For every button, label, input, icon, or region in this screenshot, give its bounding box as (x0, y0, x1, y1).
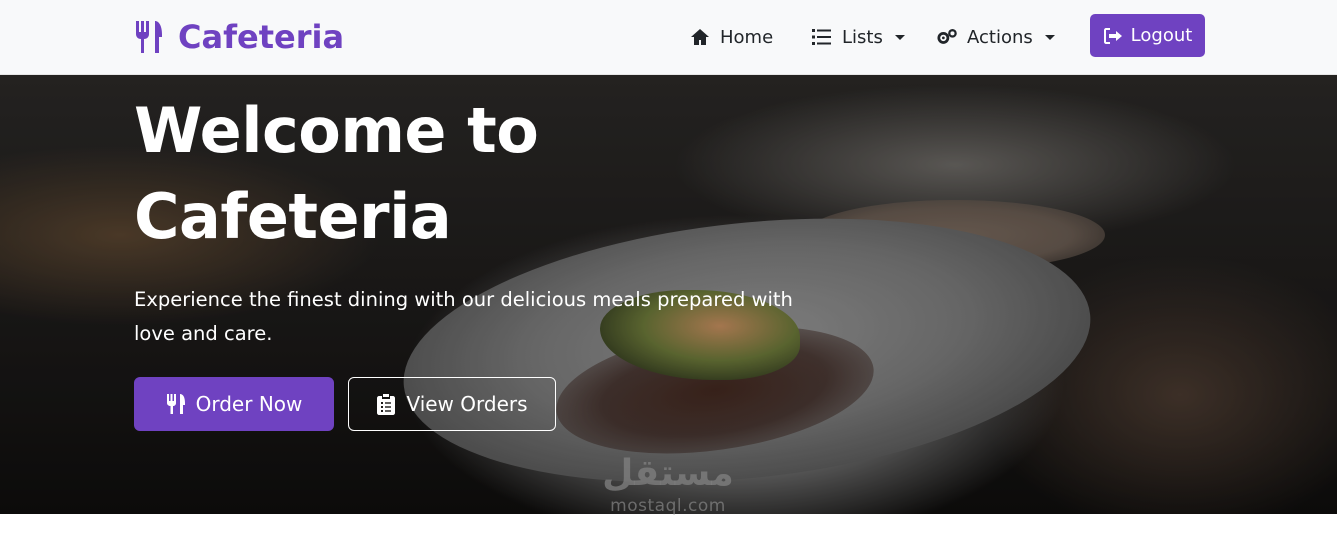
brand-name: Cafeteria (178, 18, 345, 56)
brand-logo[interactable]: Cafeteria (134, 18, 344, 56)
caret-down-icon (894, 34, 905, 40)
utensils-icon (166, 394, 185, 414)
caret-down-icon (1044, 34, 1055, 40)
nav-lists-label: Lists (842, 26, 883, 48)
nav-home-label: Home (720, 26, 774, 48)
hero-description: Experience the finest dining with our de… (134, 288, 793, 345)
logout-button[interactable]: Logout (1090, 14, 1205, 57)
gears-icon (937, 29, 957, 44)
order-now-label: Order Now (195, 392, 303, 416)
nav-home[interactable]: Home (690, 22, 773, 52)
home-icon (691, 29, 709, 45)
order-now-button[interactable]: Order Now (134, 377, 334, 431)
sign-out-icon (1103, 27, 1122, 44)
logout-label: Logout (1130, 25, 1193, 46)
list-icon (812, 29, 831, 45)
watermark: مستقل mostaql.com (598, 452, 738, 522)
view-orders-label: View Orders (406, 392, 528, 416)
watermark-logo: مستقل (602, 453, 734, 494)
clipboard-list-icon (377, 394, 396, 415)
view-orders-button[interactable]: View Orders (348, 377, 556, 431)
navbar: Cafeteria Home Lists Actions Logout (0, 0, 1337, 75)
nav-actions-label: Actions (967, 26, 1033, 48)
nav-lists-dropdown[interactable]: Lists (812, 22, 905, 52)
nav-actions-dropdown[interactable]: Actions (937, 22, 1055, 52)
utensils-icon (136, 21, 162, 53)
watermark-url: mostaql.com (610, 496, 726, 516)
hero-title: Welcome to Cafeteria (134, 94, 539, 253)
